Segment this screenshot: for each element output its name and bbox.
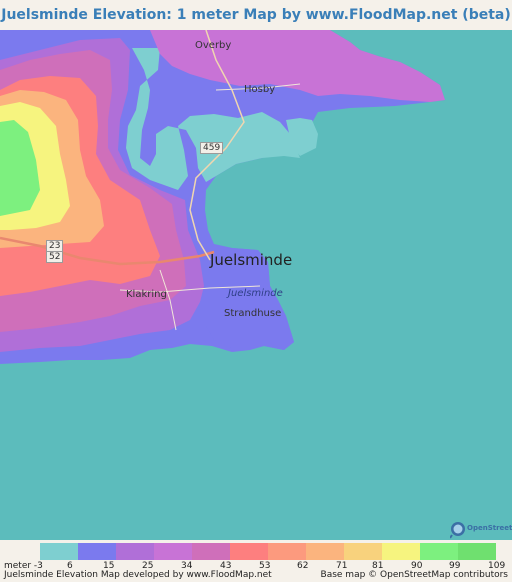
place-label-klakring: Klakring [126,289,167,300]
osm-logo-text: OpenStreetMap [467,524,512,532]
legend-swatch [230,543,268,560]
map-title: Juelsminde Elevation: 1 meter Map by www… [1,7,511,23]
place-label-strandhuse: Strandhuse [224,308,282,319]
legend-swatch [420,543,458,560]
water-label-juelsminde: Juelsminde [228,288,283,299]
place-label-juelsminde: Juelsminde [210,251,293,269]
map-canvas [0,30,512,540]
legend-swatch [154,543,192,560]
elevation-map[interactable]: Overby Hosby Juelsminde Klakring Strandh… [0,30,512,540]
legend-swatches [40,543,496,560]
openstreetmap-logo: OpenStreetMap [449,519,512,539]
legend-swatch [268,543,306,560]
legend-swatch [40,543,78,560]
legend-swatch [344,543,382,560]
road-shield-52: 52 [46,251,64,263]
legend-swatch [382,543,420,560]
place-label-hosby: Hosby [244,84,276,95]
footer-credit[interactable]: Juelsminde Elevation Map developed by ww… [4,570,272,580]
legend-swatch [458,543,496,560]
road-shield-459: 459 [200,142,224,154]
footer-basemap-credit[interactable]: Base map © OpenStreetMap contributors [321,570,508,580]
legend-swatch [78,543,116,560]
legend-swatch [192,543,230,560]
legend-swatch [306,543,344,560]
legend-label: 62 [297,561,309,571]
place-label-overby: Overby [195,40,232,51]
legend-swatch [116,543,154,560]
